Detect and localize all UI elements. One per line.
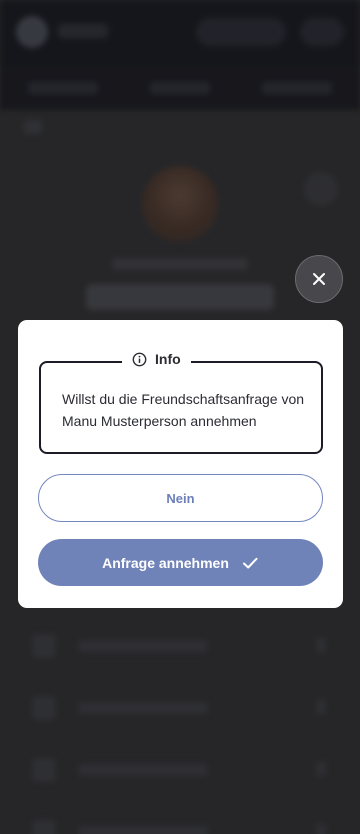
info-icon bbox=[132, 352, 147, 366]
accept-request-button[interactable]: Anfrage annehmen bbox=[38, 539, 323, 586]
friend-request-dialog: Willst du die Freundschaftsanfrage von M… bbox=[18, 320, 343, 608]
info-title: Info bbox=[155, 351, 181, 367]
close-dialog-button[interactable] bbox=[295, 255, 343, 303]
decline-button-label: Nein bbox=[166, 490, 195, 506]
decline-button[interactable]: Nein bbox=[38, 474, 323, 522]
info-box: Willst du die Freundschaftsanfrage von M… bbox=[39, 361, 323, 454]
accept-button-label: Anfrage annehmen bbox=[102, 554, 229, 571]
info-message: Willst du die Freundschaftsanfrage von M… bbox=[62, 391, 305, 429]
checkmark-icon bbox=[242, 557, 258, 568]
info-legend: Info bbox=[122, 348, 191, 370]
close-icon bbox=[313, 273, 325, 285]
